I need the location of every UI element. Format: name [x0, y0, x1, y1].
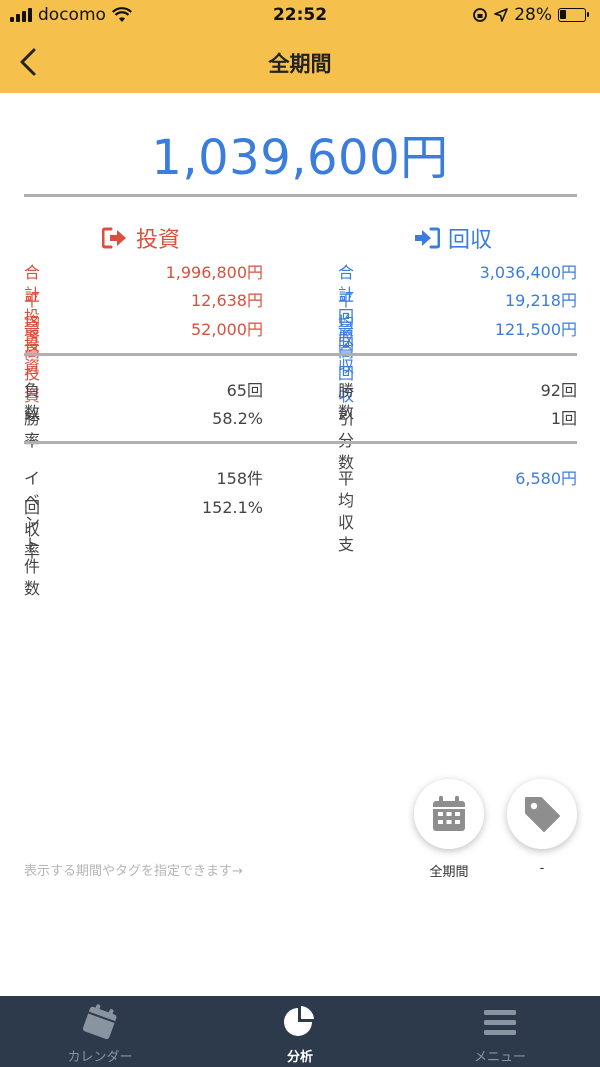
pie-chart-icon [284, 1006, 314, 1036]
period-filter-label: 全期間 [429, 865, 469, 880]
status-bar: docomo 22:52 28% [0, 0, 600, 32]
winrate-label: 勝率 [24, 409, 41, 450]
nav-header: 全期間 [0, 32, 600, 93]
losses-value: 65回 [226, 381, 263, 400]
location-icon [494, 8, 509, 22]
invest-heading: 投資 [102, 222, 180, 254]
invest-heading-label: 投資 [136, 228, 181, 253]
recover-heading: 回収 [414, 222, 492, 254]
tab-menu-label: メニュー [473, 1050, 526, 1065]
calendar-icon [433, 796, 465, 831]
sign-out-icon [102, 227, 126, 249]
invest-max-value: 52,000円 [191, 320, 263, 339]
tag-filter-button[interactable] [507, 779, 577, 849]
average-balance-label: 平均収支 [338, 469, 355, 554]
event-count-value: 158件 [216, 469, 263, 488]
recover-max-value: 121,500円 [494, 320, 577, 339]
tab-menu[interactable]: メニュー [400, 996, 600, 1067]
page-title: 全期間 [268, 52, 332, 76]
orientation-lock-icon [473, 8, 488, 22]
wins-value: 92回 [540, 381, 577, 400]
tag-icon [525, 797, 560, 832]
invest-average-value: 12,638円 [191, 291, 263, 310]
winrate-value: 58.2% [212, 409, 263, 428]
divider-top [24, 194, 577, 197]
return-rate-label: 回収率 [24, 498, 41, 561]
average-balance-value: 6,580円 [515, 469, 577, 488]
recover-total-value: 3,036,400円 [479, 263, 577, 282]
tab-bar: カレンダー 分析 メニュー [0, 996, 600, 1067]
recover-heading-label: 回収 [448, 228, 493, 253]
divider-bottom [24, 441, 577, 444]
calendar-tab-icon [82, 1004, 117, 1040]
battery-percent: 28% [514, 5, 552, 25]
invest-total-value: 1,996,800円 [165, 263, 263, 282]
sign-in-icon [415, 227, 440, 249]
recover-average-value: 19,218円 [505, 291, 577, 310]
status-right: 28% [472, 5, 589, 25]
tab-calendar[interactable]: カレンダー [0, 996, 200, 1067]
menu-icon [484, 1010, 516, 1035]
draws-value: 1回 [550, 409, 577, 428]
filter-hint: 表示する期間やタグを指定できます→ [24, 864, 243, 879]
total-balance: 1,039,600円 [151, 130, 449, 186]
divider-middle [24, 353, 577, 356]
tag-filter-label: - [539, 861, 545, 876]
tab-analysis-label: 分析 [286, 1050, 313, 1065]
tab-analysis[interactable]: 分析 [200, 996, 400, 1067]
battery-icon [558, 8, 589, 22]
period-filter-button[interactable] [414, 779, 484, 849]
tab-calendar-label: カレンダー [67, 1050, 133, 1065]
battery-fill [560, 10, 566, 19]
return-rate-value: 152.1% [201, 498, 263, 517]
